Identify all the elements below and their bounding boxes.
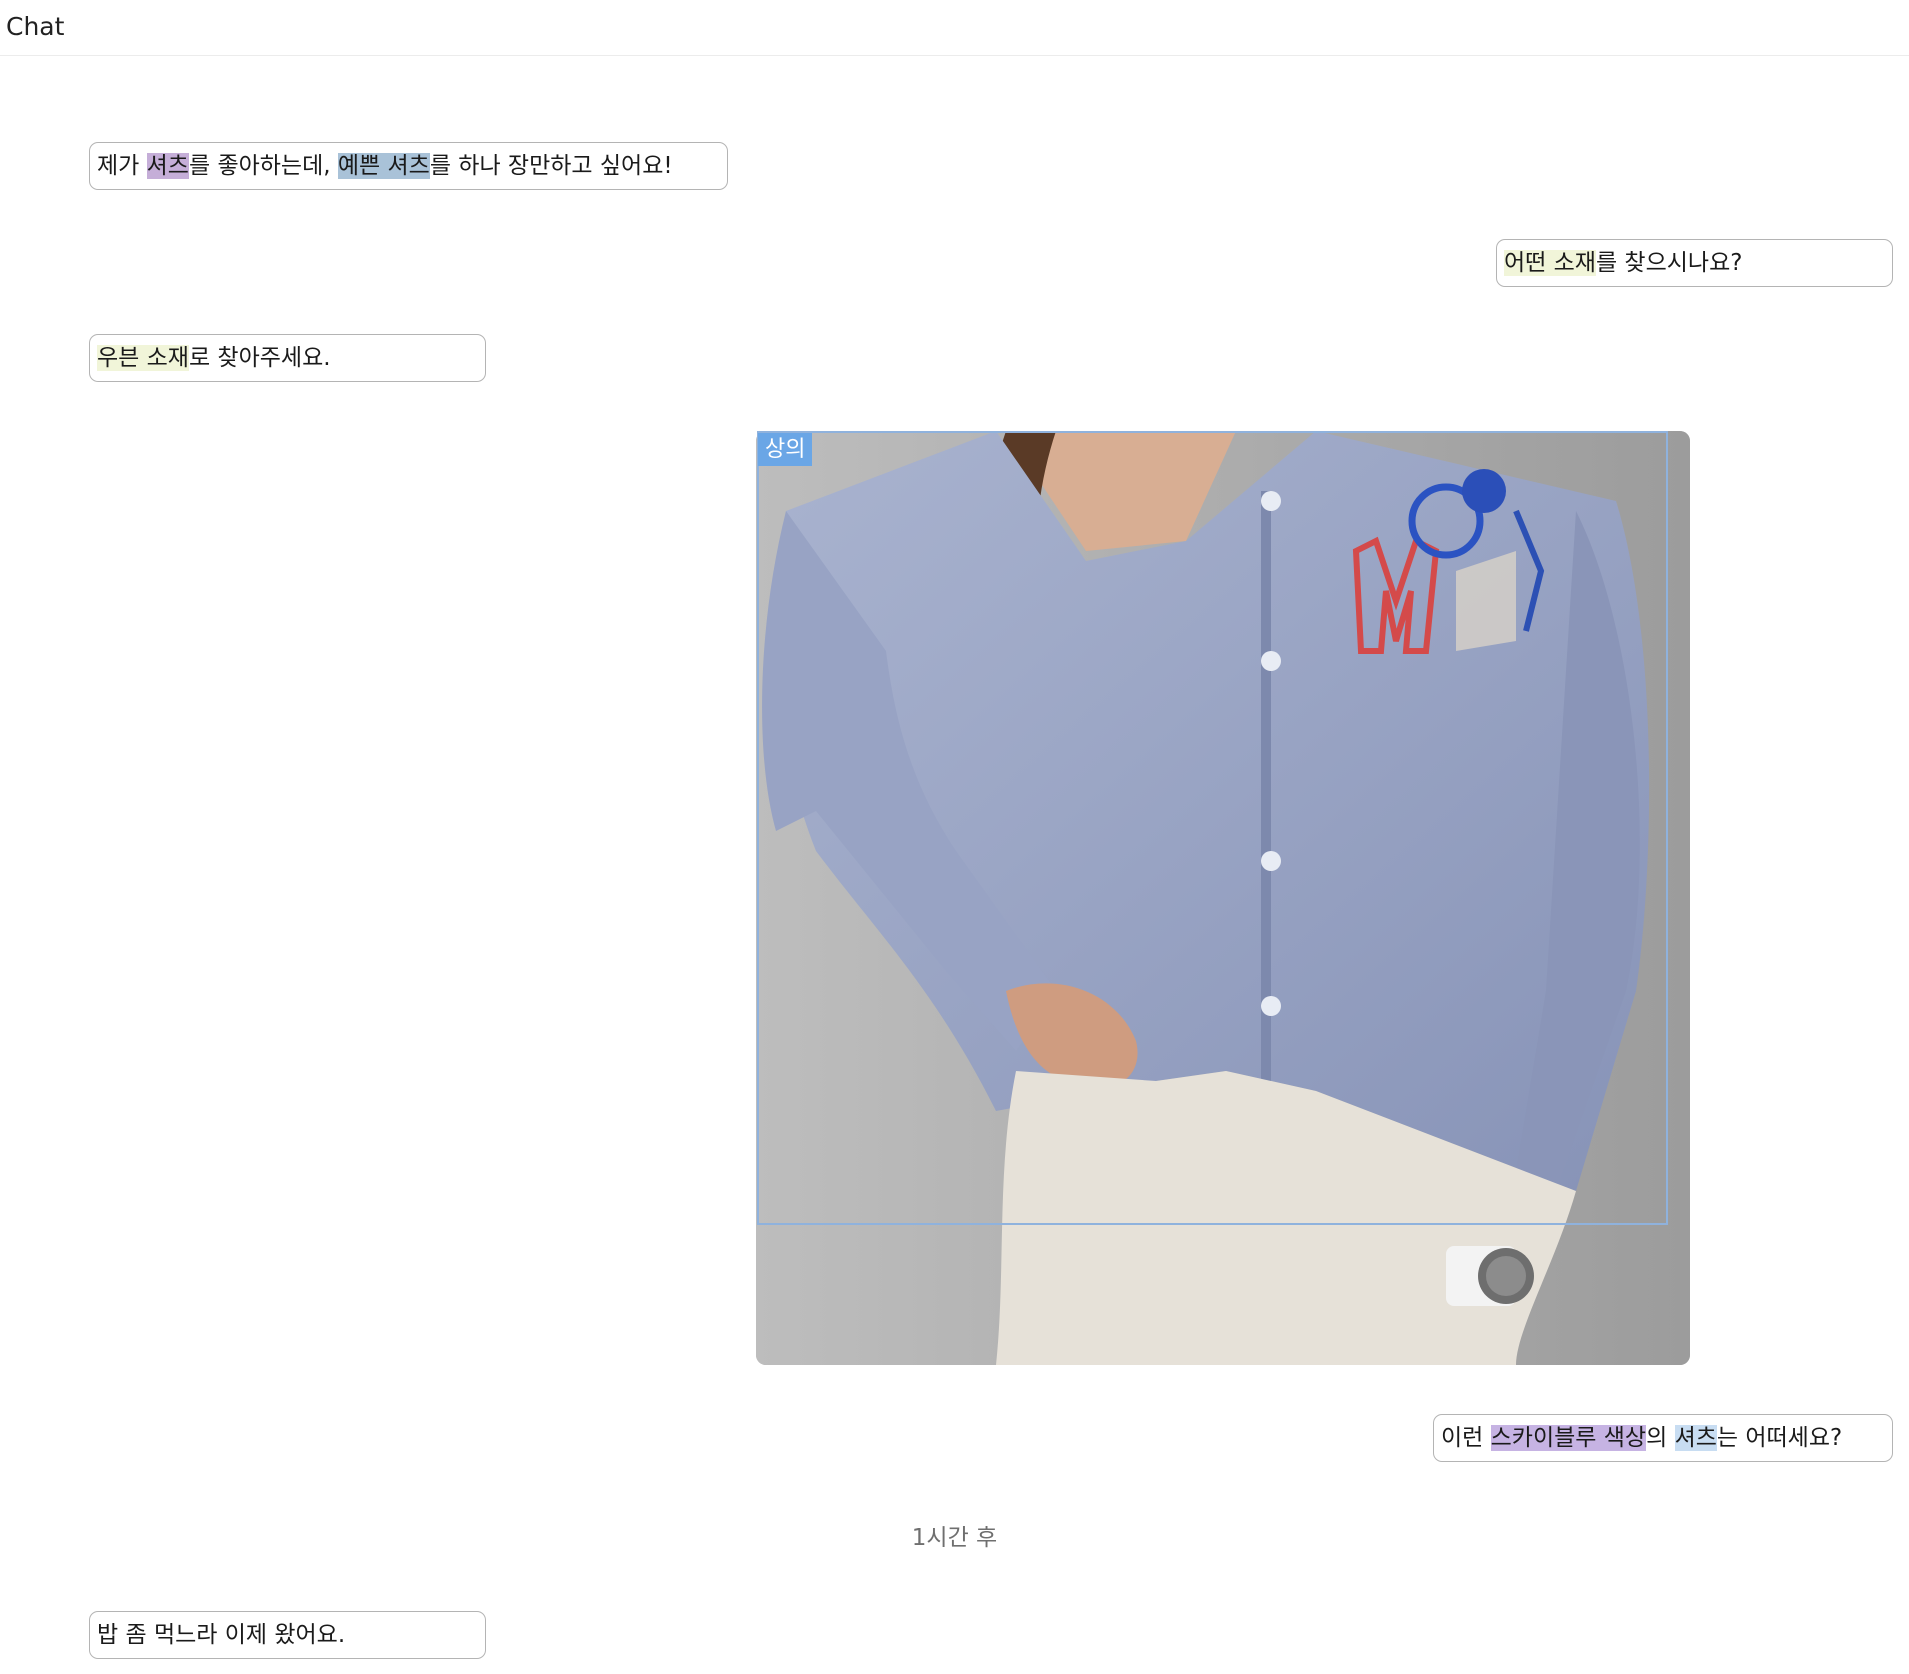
detection-label: 상의 (758, 433, 813, 466)
entity-highlight: 어떤 소재 (1504, 250, 1596, 276)
message-text: 밥 좀 먹느라 이제 왔어요. (97, 1622, 346, 1648)
entity-highlight: 셔츠 (1674, 1425, 1717, 1451)
entity-highlight: 예쁜 셔츠 (337, 153, 430, 179)
message-text: 를 하나 장만하고 싶어요! (429, 153, 673, 179)
chat-header: Chat (0, 0, 1909, 56)
time-divider: 1시간 후 (911, 1525, 998, 1551)
page-title: Chat (6, 12, 65, 41)
message-text: 제가 (97, 153, 147, 179)
message-bubble-bot-2: 이런 스카이블루 색상의 셔츠는 어떠세요? (1433, 1414, 1893, 1462)
entity-highlight: 셔츠 (146, 153, 189, 179)
message-text: 는 어떠세요? (1716, 1425, 1843, 1451)
product-image[interactable] (756, 431, 1690, 1365)
message-bubble-bot-1: 어떤 소재를 찾으시나요? (1496, 239, 1893, 287)
message-bubble-user-1: 제가 셔츠를 좋아하는데, 예쁜 셔츠를 하나 장만하고 싶어요! (89, 142, 728, 190)
message-text: 로 찾아주세요. (188, 345, 331, 371)
message-text: 를 찾으시나요? (1595, 250, 1743, 276)
message-text: 를 좋아하는데, (188, 153, 338, 179)
shirt-photo-illustration (756, 431, 1690, 1365)
message-text: 이런 (1441, 1425, 1491, 1451)
message-bubble-user-2: 우븐 소재로 찾아주세요. (89, 334, 486, 382)
entity-highlight: 스카이블루 색상 (1490, 1425, 1647, 1451)
message-text: 의 (1646, 1425, 1675, 1451)
entity-highlight: 우븐 소재 (97, 345, 189, 371)
message-bubble-user-3: 밥 좀 먹느라 이제 왔어요. (89, 1611, 486, 1659)
